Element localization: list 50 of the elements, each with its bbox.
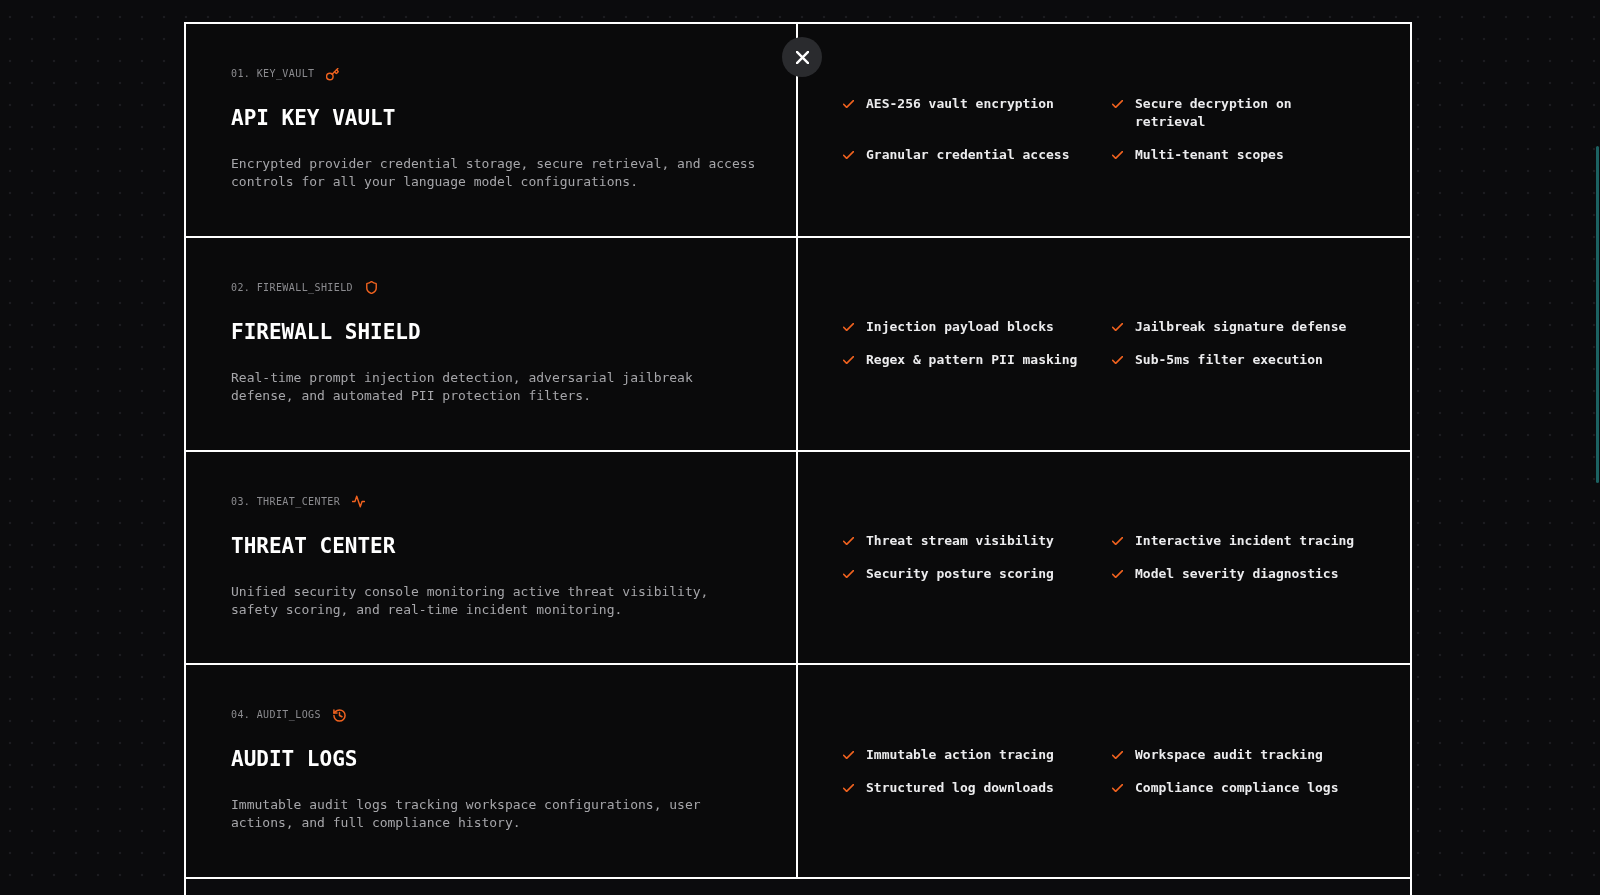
check-icon <box>1112 783 1123 792</box>
feature-label: Model severity diagnostics <box>1135 564 1339 583</box>
check-icon <box>843 100 854 109</box>
feature-label: Regex & pattern PII masking <box>866 351 1078 370</box>
section-tag: 03. THREAT_CENTER <box>231 494 341 509</box>
feature-label: Interactive incident tracing <box>1135 531 1355 550</box>
feature-label: Secure decryption on retrieval <box>1135 95 1293 132</box>
check-icon <box>843 750 854 759</box>
history-icon <box>332 708 346 722</box>
check-icon <box>843 151 854 160</box>
card-description: Encrypted provider credential storage, secure retrieval, and access controls for all your language model configurations. <box>231 155 757 191</box>
check-icon <box>1112 100 1123 109</box>
check-icon <box>1112 151 1123 160</box>
pulse-icon <box>352 495 366 508</box>
feature-label: Granular credential access <box>866 146 1070 165</box>
check-icon <box>1112 323 1123 332</box>
feature-label: Jailbreak signature defense <box>1135 318 1347 337</box>
check-icon <box>1112 569 1123 578</box>
card-title: API KEY VAULT <box>231 105 396 132</box>
key-icon <box>326 67 340 81</box>
feature-label: Compliance compliance logs <box>1135 778 1339 797</box>
check-icon <box>843 569 854 578</box>
card-description: Immutable audit logs tracking workspace configurations, user actions, and full compliance history. <box>231 796 702 833</box>
scrollbar-thumb[interactable] <box>1596 146 1599 483</box>
card-description: Unified security console monitoring active threat visibility, safety scoring, and real-time incident monitoring. <box>231 582 710 619</box>
check-icon <box>843 536 854 545</box>
check-icon <box>1112 356 1123 365</box>
feature-label: Sub-5ms filter execution <box>1135 351 1323 370</box>
check-icon <box>1112 750 1123 759</box>
feature-label: Immutable action tracing <box>866 745 1054 764</box>
check-icon <box>843 323 854 332</box>
feature-label: Threat stream visibility <box>866 531 1054 550</box>
feature-label: Workspace audit tracking <box>1135 745 1323 764</box>
check-icon <box>843 783 854 792</box>
section-tag: 01. KEY_VAULT <box>231 67 315 81</box>
feature-label: Structured log downloads <box>866 778 1054 797</box>
card-title: FIREWALL SHIELD <box>231 318 421 346</box>
check-icon <box>843 356 854 365</box>
section-tag: 04. AUDIT_LOGS <box>231 708 321 723</box>
card-title: THREAT CENTER <box>231 532 396 560</box>
card-title: AUDIT LOGS <box>231 746 358 774</box>
feature-label: Injection payload blocks <box>866 318 1054 337</box>
feature-label: Security posture scoring <box>866 564 1054 583</box>
shield-icon <box>365 281 378 295</box>
section-tag: 02. FIREWALL_SHIELD <box>231 280 353 295</box>
feature-label: AES-256 vault encryption <box>866 95 1054 114</box>
check-icon <box>1112 536 1123 545</box>
feature-label: Multi-tenant scopes <box>1135 146 1284 165</box>
close-icon <box>795 50 809 64</box>
card-description: Real-time prompt injection detection, adversarial jailbreak defense, and automated PII protection filters. <box>231 368 694 405</box>
